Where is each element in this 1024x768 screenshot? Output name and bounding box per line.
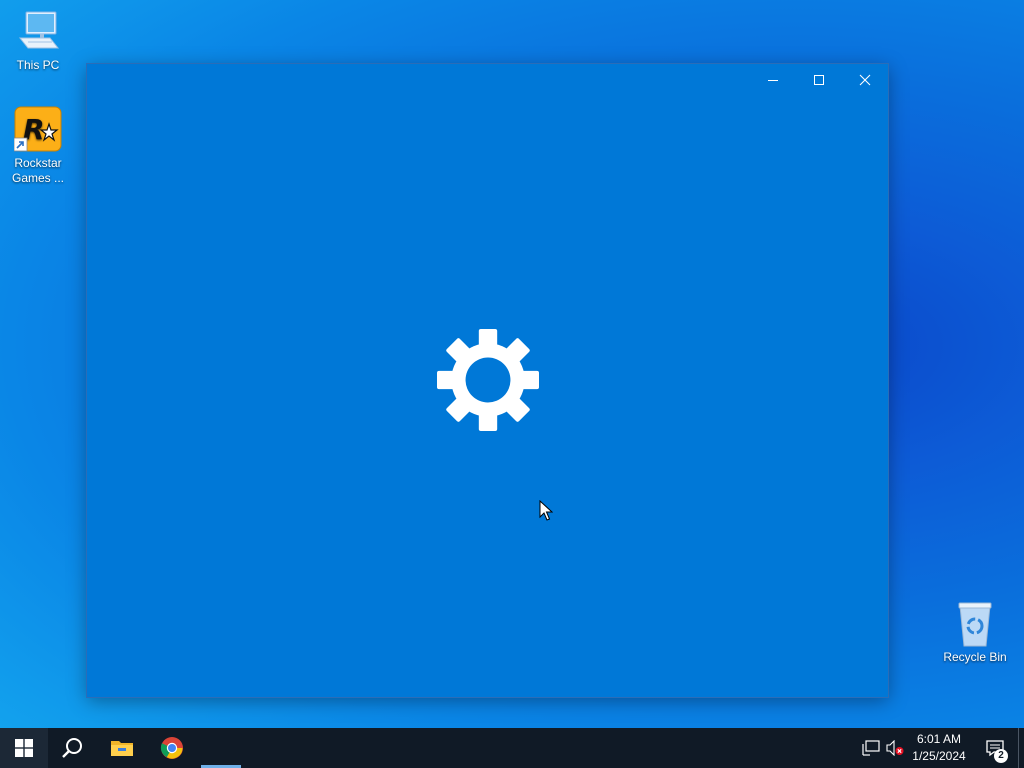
close-button[interactable]	[842, 64, 888, 96]
clock-time: 6:01 AM	[916, 732, 962, 746]
desktop-icon-rockstar-games[interactable]: R Rockstar Games ...	[2, 106, 74, 186]
file-explorer-icon	[111, 741, 133, 756]
clock-date: 1/25/2024	[912, 749, 966, 763]
desktop-icon-label: This PC	[16, 58, 60, 72]
desktop-icon-recycle-bin[interactable]: Recycle Bin	[939, 600, 1011, 665]
taskbar: 6:01 AM 1/25/2024 2	[0, 728, 1024, 768]
minimize-button[interactable]	[750, 64, 796, 96]
network-icon	[862, 740, 880, 756]
maximize-icon	[814, 75, 824, 85]
start-button[interactable]	[0, 728, 48, 768]
minimize-icon	[768, 80, 778, 81]
gear-icon	[437, 329, 539, 431]
search-button[interactable]	[48, 728, 96, 768]
start-icon	[15, 739, 33, 757]
mouse-cursor-icon	[539, 500, 553, 521]
taskbar-clock[interactable]: 6:01 AM 1/25/2024	[906, 731, 972, 765]
search-icon	[62, 738, 82, 758]
volume-muted-icon	[886, 740, 904, 756]
maximize-button[interactable]	[796, 64, 842, 96]
desktop-icon-label: Recycle Bin	[943, 650, 1007, 664]
app-window[interactable]	[87, 64, 888, 697]
volume-tray-button[interactable]	[884, 728, 906, 768]
chrome-icon	[160, 737, 183, 759]
desktop-icon-label: Rockstar Games ...	[11, 156, 64, 185]
rockstar-games-icon: R	[13, 106, 62, 154]
network-tray-button[interactable]	[860, 728, 882, 768]
show-desktop-button[interactable]	[1018, 728, 1024, 768]
recycle-bin-icon	[951, 600, 999, 648]
action-center-button[interactable]: 2	[980, 728, 1010, 768]
desktop-icon-this-pc[interactable]: This PC	[2, 8, 74, 73]
computer-icon	[14, 8, 62, 56]
notification-count-badge: 2	[994, 749, 1008, 763]
close-icon	[859, 74, 871, 86]
chrome-button[interactable]	[148, 728, 196, 768]
file-explorer-button[interactable]	[98, 728, 146, 768]
